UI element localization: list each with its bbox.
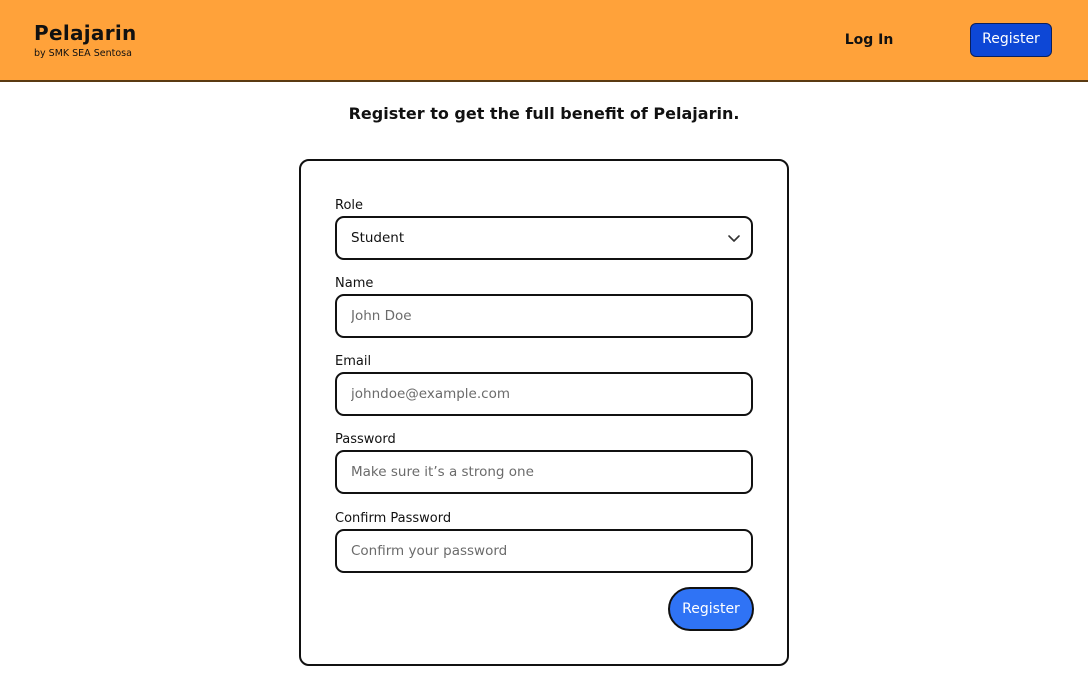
confirm-password-label: Confirm Password bbox=[335, 511, 452, 526]
email-label: Email bbox=[335, 354, 372, 369]
login-link[interactable]: Log In bbox=[830, 28, 908, 52]
brand-logo[interactable]: Pelajarin by SMK SEA Sentosa bbox=[34, 22, 137, 60]
email-input[interactable] bbox=[335, 372, 753, 416]
register-form-card: Role Student Name Email Password Confirm… bbox=[299, 159, 789, 666]
password-input[interactable] bbox=[335, 450, 753, 494]
password-label: Password bbox=[335, 432, 396, 447]
brand-name: Pelajarin bbox=[34, 21, 137, 45]
brand-subtitle: by SMK SEA Sentosa bbox=[34, 48, 132, 59]
name-label: Name bbox=[335, 276, 374, 291]
chevron-down-icon bbox=[728, 235, 740, 242]
role-label: Role bbox=[335, 198, 364, 213]
header-register-button[interactable]: Register bbox=[970, 23, 1052, 57]
top-header: Pelajarin by SMK SEA Sentosa Log In Regi… bbox=[0, 0, 1088, 82]
page-headline: Register to get the full benefit of Pela… bbox=[348, 104, 740, 123]
confirm-password-input[interactable] bbox=[335, 529, 753, 573]
role-select[interactable]: Student bbox=[335, 216, 753, 260]
register-submit-button[interactable]: Register bbox=[668, 587, 754, 631]
name-input[interactable] bbox=[335, 294, 753, 338]
role-selected-value: Student bbox=[351, 230, 405, 246]
